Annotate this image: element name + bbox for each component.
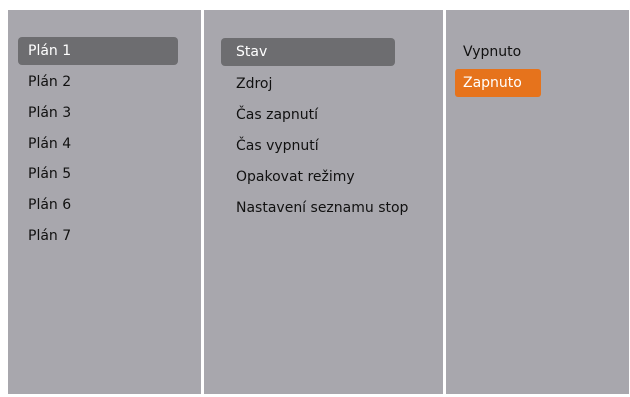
setting-item-playlist-settings[interactable]: Nastavení seznamu stop xyxy=(221,194,408,222)
status-option-off[interactable]: Vypnuto xyxy=(455,38,541,66)
schedule-item-1[interactable]: Plán 1 xyxy=(18,37,178,65)
schedule-list: Plán 1 Plán 2 Plán 3 Plán 4 Plán 5 Plán … xyxy=(8,10,201,394)
status-options-list: Vypnuto Zapnuto xyxy=(446,10,629,394)
schedule-item-7[interactable]: Plán 7 xyxy=(18,222,178,250)
setting-item-status[interactable]: Stav xyxy=(221,38,395,66)
schedule-settings-list: Stav Zdroj Čas zapnutí Čas vypnutí Opako… xyxy=(204,10,443,394)
setting-item-off-time[interactable]: Čas vypnutí xyxy=(221,132,395,160)
schedule-item-6[interactable]: Plán 6 xyxy=(18,191,178,219)
setting-item-source[interactable]: Zdroj xyxy=(221,70,395,98)
schedule-item-3[interactable]: Plán 3 xyxy=(18,99,178,127)
schedule-item-4[interactable]: Plán 4 xyxy=(18,130,178,158)
osd-menu-panel: Plán 1 Plán 2 Plán 3 Plán 4 Plán 5 Plán … xyxy=(8,10,629,394)
status-option-on[interactable]: Zapnuto xyxy=(455,69,541,97)
schedule-item-2[interactable]: Plán 2 xyxy=(18,68,178,96)
schedule-item-5[interactable]: Plán 5 xyxy=(18,160,178,188)
setting-item-repeat-modes[interactable]: Opakovat režimy xyxy=(221,163,395,191)
setting-item-on-time[interactable]: Čas zapnutí xyxy=(221,101,395,129)
